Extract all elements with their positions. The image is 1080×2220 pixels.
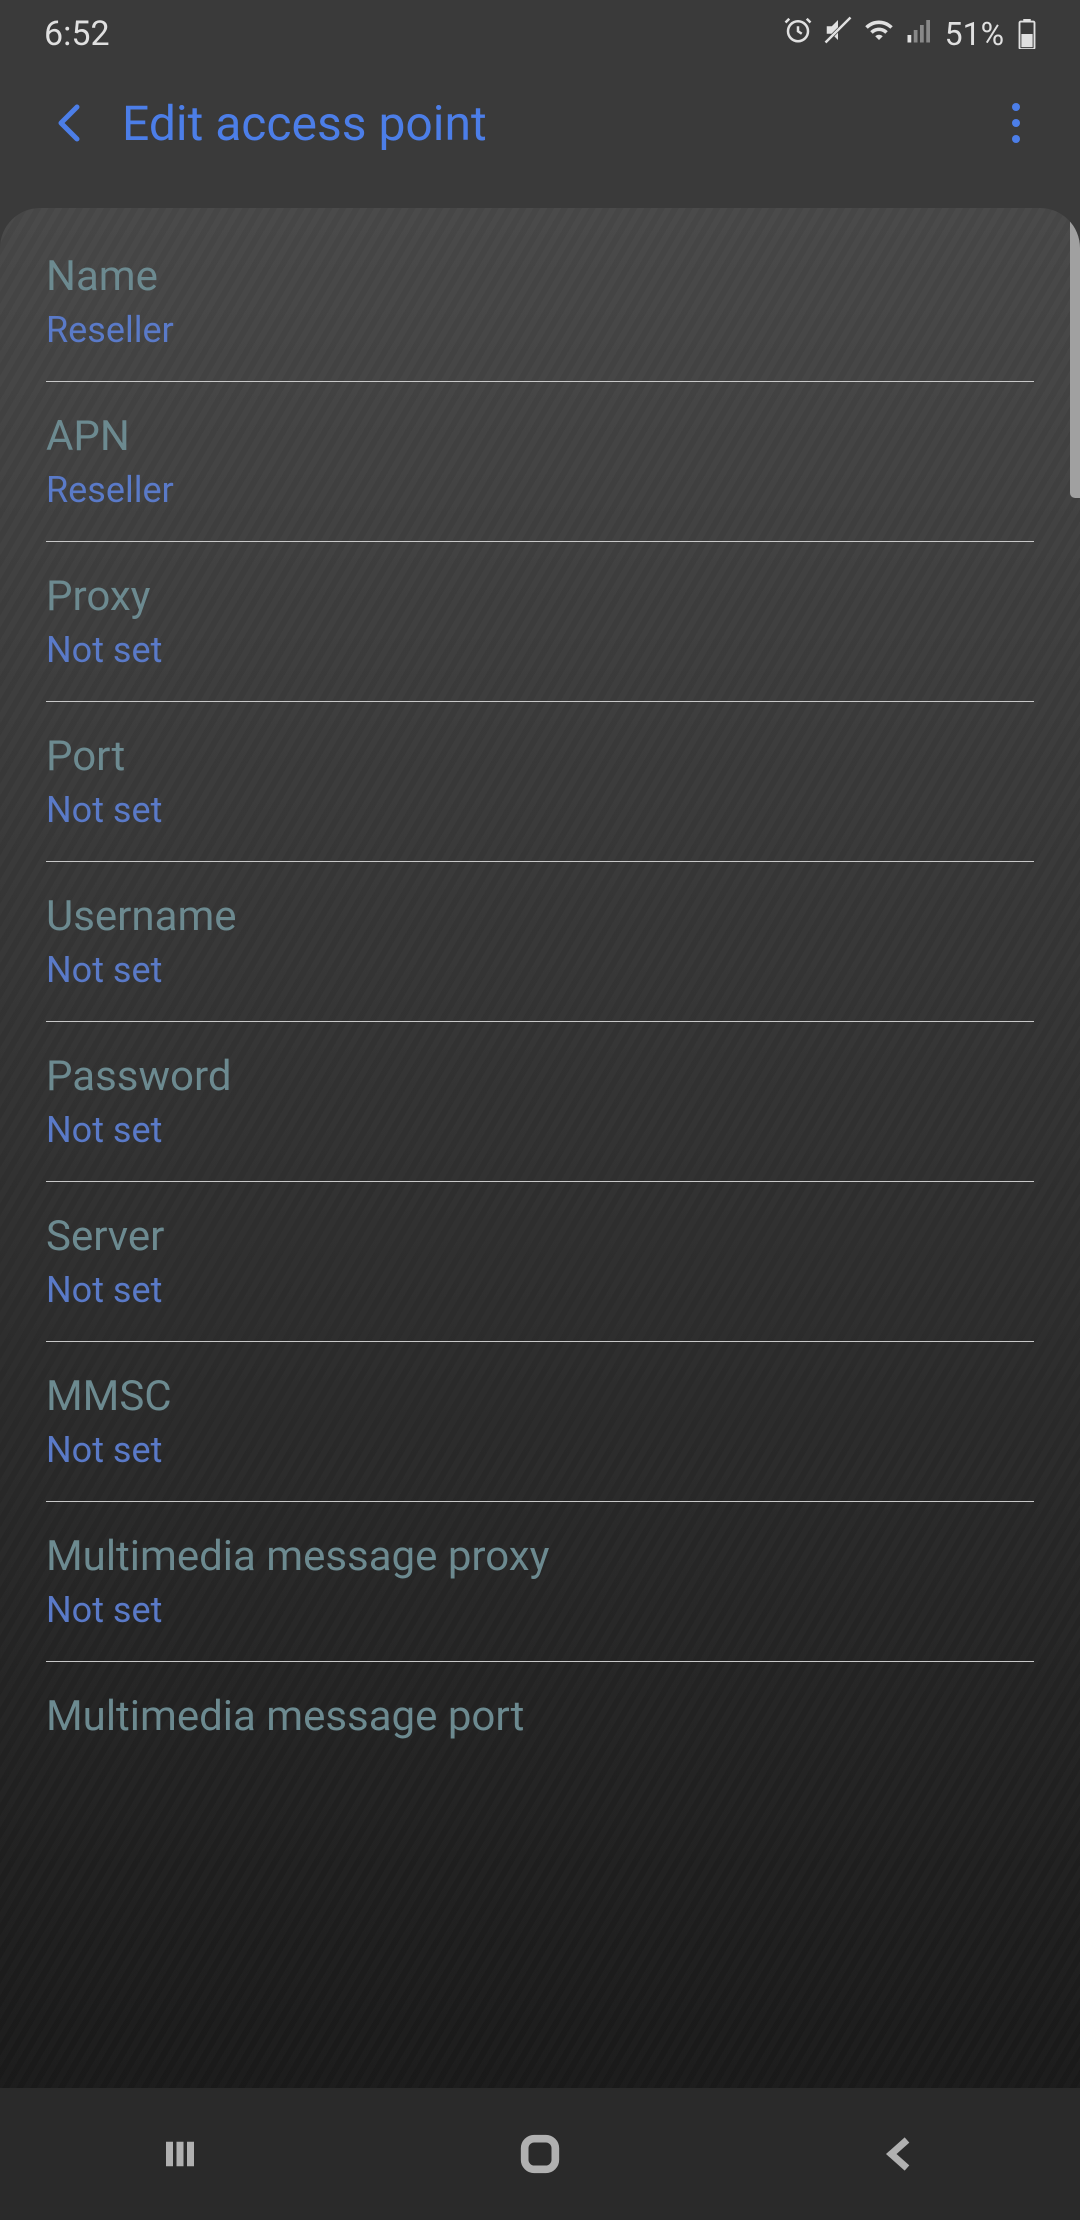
item-value: Reseller: [46, 469, 1034, 511]
list-item-username[interactable]: Username Not set: [46, 862, 1034, 1022]
item-value: Not set: [46, 1109, 1034, 1151]
item-value: Not set: [46, 629, 1034, 671]
item-label: Port: [46, 732, 1034, 781]
item-label: Proxy: [46, 572, 1034, 621]
list-item-proxy[interactable]: Proxy Not set: [46, 542, 1034, 702]
list-item-mmsc[interactable]: MMSC Not set: [46, 1342, 1034, 1502]
signal-icon: [905, 14, 935, 54]
item-value: Not set: [46, 1269, 1034, 1311]
home-button[interactable]: [510, 2124, 570, 2184]
item-label: Name: [46, 252, 1034, 301]
status-time: 6:52: [44, 14, 110, 54]
item-label: Server: [46, 1212, 1034, 1261]
recents-button[interactable]: [150, 2124, 210, 2184]
item-value: Reseller: [46, 309, 1034, 351]
item-label: Multimedia message port: [46, 1692, 1034, 1741]
item-value: Not set: [46, 789, 1034, 831]
list-item-password[interactable]: Password Not set: [46, 1022, 1034, 1182]
battery-icon: [1018, 19, 1036, 49]
list-item-mms-proxy[interactable]: Multimedia message proxy Not set: [46, 1502, 1034, 1662]
navigation-bar: [0, 2088, 1080, 2220]
status-icons: 51%: [783, 14, 1036, 54]
item-label: Multimedia message proxy: [46, 1532, 1034, 1581]
item-value: Not set: [46, 949, 1034, 991]
list-item-port[interactable]: Port Not set: [46, 702, 1034, 862]
item-label: Username: [46, 892, 1034, 941]
list-item-name[interactable]: Name Reseller: [46, 208, 1034, 382]
list-item-mms-port[interactable]: Multimedia message port: [46, 1662, 1034, 1779]
mute-icon: [823, 14, 853, 54]
nav-back-button[interactable]: [870, 2124, 930, 2184]
wifi-icon: [863, 14, 895, 54]
item-value: Not set: [46, 1589, 1034, 1631]
status-bar: 6:52 51%: [0, 0, 1080, 68]
back-button[interactable]: [44, 98, 94, 148]
item-label: Password: [46, 1052, 1034, 1101]
app-header: Edit access point: [0, 68, 1080, 178]
battery-percent: 51%: [945, 15, 1004, 53]
settings-list: Name Reseller APN Reseller Proxy Not set Port N…: [0, 208, 1080, 2088]
item-label: MMSC: [46, 1372, 1034, 1421]
item-value: Not set: [46, 1429, 1034, 1471]
alarm-icon: [783, 14, 813, 54]
page-title: Edit access point: [122, 95, 996, 152]
item-label: APN: [46, 412, 1034, 461]
list-item-apn[interactable]: APN Reseller: [46, 382, 1034, 542]
list-item-server[interactable]: Server Not set: [46, 1182, 1034, 1342]
more-options-button[interactable]: [996, 93, 1036, 153]
scroll-indicator[interactable]: [1070, 208, 1080, 498]
